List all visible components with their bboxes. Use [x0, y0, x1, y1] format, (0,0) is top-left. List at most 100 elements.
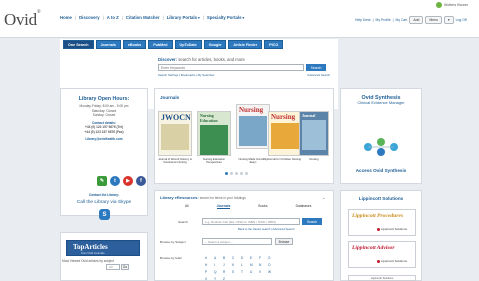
letter-link[interactable]: D — [241, 256, 250, 260]
help-desk-link[interactable]: Help Desk — [355, 18, 371, 22]
add-menu[interactable]: Add — [409, 16, 424, 24]
letter-link[interactable]: R — [223, 270, 232, 274]
tab-one-search[interactable]: One Search — [63, 40, 94, 49]
letter-link[interactable]: K — [232, 263, 241, 267]
discover-search-button[interactable]: Search — [306, 64, 326, 71]
letter-link[interactable]: Z — [223, 277, 232, 281]
top-articles-banner[interactable]: TopArticles from Ovid Journals — [66, 240, 140, 256]
letter-link[interactable]: H — [205, 263, 214, 267]
eresources-search-input[interactable]: e.g. Nuclear Cell (title, ISSN or ISBN /… — [202, 218, 300, 225]
carousel-dots — [225, 172, 248, 175]
tab-pico[interactable]: PICO — [264, 40, 284, 49]
letter-link[interactable]: C — [232, 256, 241, 260]
advanced-search-link[interactable]: Advanced Search — [307, 73, 330, 77]
tab-pubmed[interactable]: PubMed — [148, 40, 173, 49]
top-articles-select[interactable]: All — [106, 264, 120, 270]
tab-article-finder[interactable]: Article Finder — [228, 40, 263, 49]
subject-select[interactable]: -- Select a subject -- — [202, 238, 272, 245]
contact-library-link[interactable]: Contact the Library: — [60, 193, 148, 198]
carousel-dot[interactable] — [230, 172, 233, 175]
tab-journals-res[interactable]: Journals — [216, 204, 231, 209]
tab-ebooks[interactable]: eBooks — [122, 40, 147, 49]
letter-link[interactable]: T — [241, 270, 250, 274]
ovid-logo[interactable]: Ovid® — [4, 10, 41, 30]
search-label: Search — [178, 220, 188, 224]
lippincott-icon — [376, 259, 380, 263]
eresources-search-button[interactable]: Search — [302, 218, 322, 225]
wolters-kluwer-icon — [436, 2, 442, 8]
letter-link[interactable]: A — [214, 256, 223, 260]
letter-link[interactable]: L — [241, 263, 250, 267]
carousel-dot[interactable] — [225, 172, 228, 175]
advisor-title: Lippincott Advisor — [352, 245, 395, 251]
discover-hint: search for articles, books, and more — [178, 57, 245, 62]
letter-link[interactable]: # — [205, 256, 214, 260]
browse-button[interactable]: Browse — [275, 238, 293, 245]
journal-cover-nursing-critical[interactable]: Nursing — [236, 104, 270, 149]
letter-link[interactable]: P — [205, 270, 214, 274]
letter-link[interactable]: V — [259, 270, 268, 274]
letter-link[interactable]: E — [250, 256, 259, 260]
my-cart-link[interactable]: My Cart — [396, 18, 408, 22]
lippincott-advisor-banner[interactable]: Lippincott Advisor Lippincott Solutions — [348, 241, 416, 268]
letter-link[interactable]: F — [259, 256, 268, 260]
letter-link[interactable]: Q — [214, 270, 223, 274]
letter-link[interactable]: X — [205, 277, 214, 281]
letter-link[interactable]: W — [268, 270, 277, 274]
tab-books[interactable]: Books — [258, 204, 267, 209]
classic-search-link[interactable]: Back to the classic search | Advanced Se… — [238, 227, 295, 231]
nav-discovery[interactable]: Discovery — [79, 15, 100, 20]
carousel-dot[interactable] — [235, 172, 238, 175]
lippincott-procedures-banner[interactable]: Lippincott Procedures Lippincott Solutio… — [348, 209, 416, 236]
letter-link[interactable]: N — [259, 263, 268, 267]
top-articles-go[interactable]: Go — [121, 264, 129, 270]
tab-uptodate[interactable]: UpToDate — [174, 40, 202, 49]
letter-link[interactable]: Y — [214, 277, 223, 281]
journal-cover-nursing-easy[interactable]: Nursing — [268, 111, 302, 156]
search-settings-links[interactable]: Search Settings | Bookmarks | My Searche… — [158, 73, 214, 77]
nav-specialty-portals[interactable]: Specialty Portals — [207, 15, 244, 20]
carousel-dot[interactable] — [245, 172, 248, 175]
journal-cover-jwocn[interactable]: JWOCN — [158, 111, 192, 156]
collapse-icon[interactable]: ⌄ — [322, 195, 325, 200]
library-hours-title: Library Open Hours: — [78, 96, 130, 102]
logout-link[interactable]: Log Off — [456, 18, 467, 22]
nav-a-to-z[interactable]: A to Z — [107, 15, 119, 20]
letter-link[interactable]: M — [250, 263, 259, 267]
tab-databases[interactable]: Databases — [296, 204, 312, 209]
top-articles-caption: Most Viewed Ovid articles by subject — [62, 259, 114, 263]
journal-cover-nursing-education[interactable]: Nursing Education — [197, 111, 231, 156]
lippincott-more-banner[interactable]: Lippincott Solutions — [348, 275, 416, 281]
header: Ovid® Home | Discovery | A to Z | Citation … — [0, 0, 479, 38]
carousel-dot[interactable] — [240, 172, 243, 175]
journal-cover-christian-nursing[interactable]: Journal — [299, 111, 329, 156]
letter-link[interactable]: S — [232, 270, 241, 274]
skype-link[interactable]: Call the Library via Skype — [60, 200, 148, 205]
user-menu[interactable]: Menu — [425, 16, 442, 24]
wolters-kluwer-brand: Wolters Kluwer — [436, 2, 468, 8]
twitter-icon[interactable]: t — [110, 176, 120, 186]
library-email-link[interactable]: Library@ovidhealth.com — [61, 137, 147, 142]
letter-link[interactable]: I — [214, 263, 223, 267]
nav-library-portals[interactable]: Library Portals — [167, 15, 200, 20]
letter-link[interactable]: U — [250, 270, 259, 274]
letter-link[interactable]: G — [268, 256, 277, 260]
letter-link[interactable]: J — [223, 263, 232, 267]
discover-input[interactable] — [158, 64, 304, 71]
chat-icon[interactable]: ✎ — [97, 176, 107, 186]
tab-google[interactable]: Google — [203, 40, 227, 49]
access-synthesis-link[interactable]: Access Ovid Synthesis — [340, 168, 422, 173]
skype-icon[interactable]: S — [99, 209, 110, 220]
nav-citation-matcher[interactable]: Citation Matcher — [126, 15, 160, 20]
letter-link[interactable]: O — [268, 263, 277, 267]
facebook-icon[interactable]: f — [136, 176, 146, 186]
tab-journals[interactable]: Journals — [95, 40, 121, 49]
tab-all[interactable]: All — [185, 204, 189, 209]
settings-menu[interactable]: ▾ — [443, 16, 454, 24]
discovery-search: Discover: search for articles, books, an… — [158, 57, 330, 77]
my-profile-link[interactable]: My Profile — [376, 18, 391, 22]
top-nav: Home | Discovery | A to Z | Citation Matche… — [60, 15, 244, 20]
youtube-icon[interactable]: ▶ — [123, 176, 133, 186]
letter-link[interactable]: B — [223, 256, 232, 260]
nav-home[interactable]: Home — [60, 15, 72, 20]
